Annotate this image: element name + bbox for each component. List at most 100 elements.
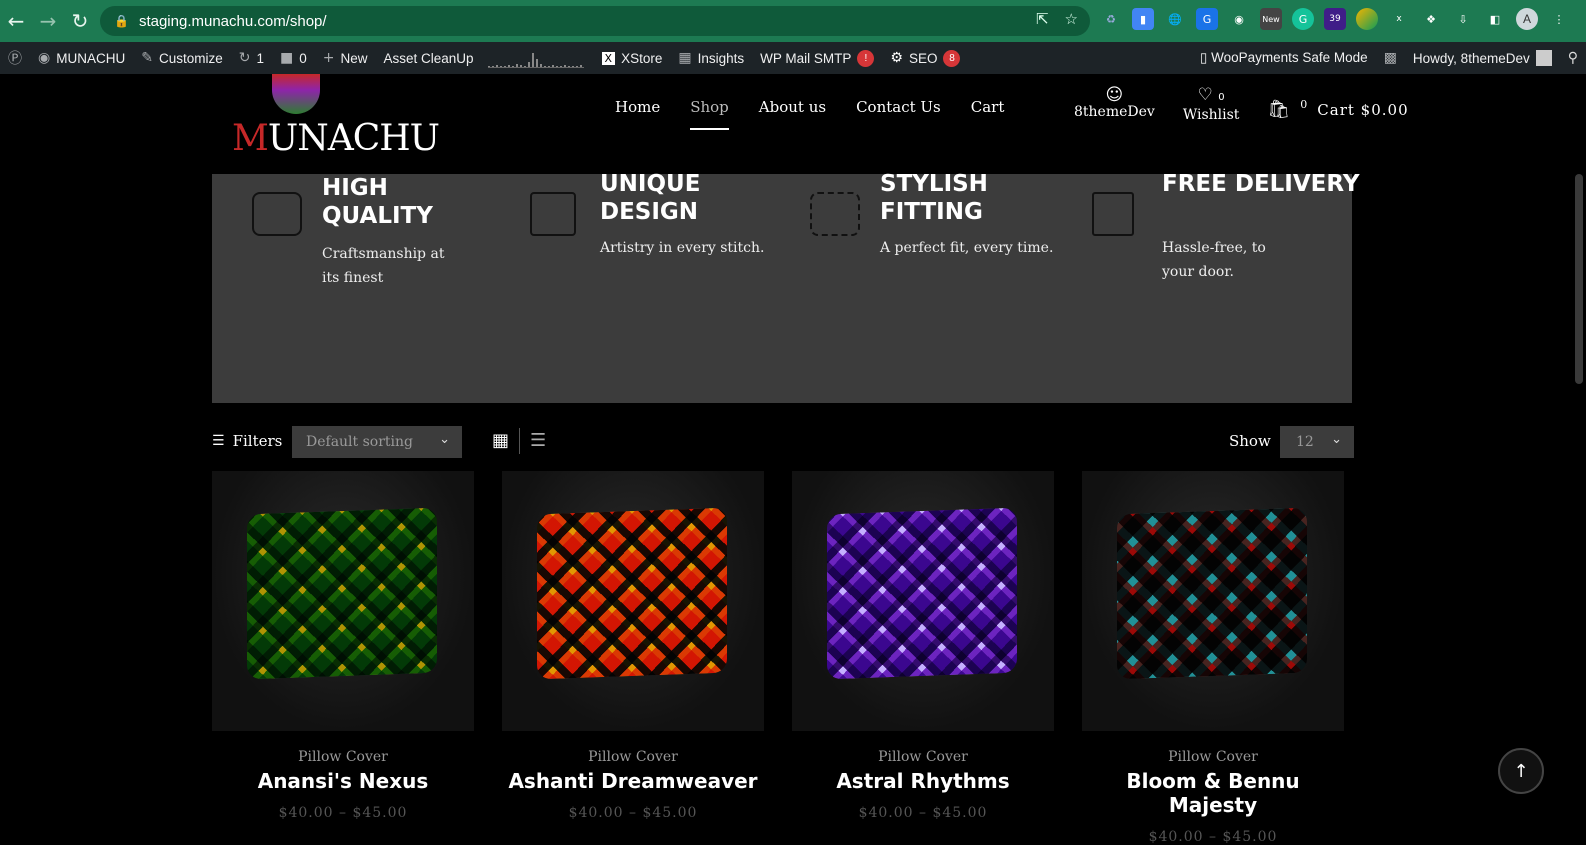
browser-menu-icon[interactable]: ⋮ bbox=[1548, 8, 1570, 30]
wp-mail-smtp-link[interactable]: WP Mail SMTP! bbox=[752, 42, 882, 74]
per-page-select[interactable]: 12 ⌄ bbox=[1280, 426, 1354, 458]
customize-link[interactable]: ✎ Customize bbox=[133, 42, 231, 74]
color-extension-icon[interactable] bbox=[1356, 8, 1378, 30]
address-bar[interactable]: 🔒 staging.munachu.com/shop/ ⇱ ☆ bbox=[100, 6, 1090, 36]
account-link[interactable]: ☺ 8themeDev bbox=[1074, 86, 1155, 123]
product-image[interactable] bbox=[1082, 471, 1344, 731]
sparkline-bar bbox=[511, 66, 514, 67]
comments-link[interactable]: ■ 0 bbox=[272, 42, 315, 74]
wordpress-logo-icon[interactable]: Ⓟ bbox=[0, 42, 30, 74]
bookmark-star-icon[interactable]: ☆ bbox=[1065, 10, 1078, 28]
product-category[interactable]: Pillow Cover bbox=[502, 749, 764, 765]
xstore-icon: X bbox=[601, 51, 616, 65]
scrollbar-thumb[interactable] bbox=[1575, 174, 1583, 384]
updates-icon: ↻ bbox=[238, 50, 251, 66]
extensions-puzzle-icon[interactable]: ❖ bbox=[1420, 8, 1442, 30]
product-category[interactable]: Pillow Cover bbox=[792, 749, 1054, 765]
product-name[interactable]: Bloom & Bennu Majesty bbox=[1082, 769, 1344, 817]
side-panel-icon[interactable]: ◧ bbox=[1484, 8, 1506, 30]
nav-cart[interactable]: Cart bbox=[971, 98, 1005, 116]
asset-cleanup-link[interactable]: Asset CleanUp bbox=[375, 42, 481, 74]
translate-extension-icon[interactable]: G bbox=[1196, 8, 1218, 30]
sliders-icon: ☰ bbox=[212, 433, 225, 449]
updates-count: 1 bbox=[256, 50, 264, 66]
product-category[interactable]: Pillow Cover bbox=[212, 749, 474, 765]
nav-about-us[interactable]: About us bbox=[759, 98, 826, 116]
list-view-icon[interactable]: ☰ bbox=[530, 430, 546, 451]
product-card[interactable]: Pillow Cover Bloom & Bennu Majesty $40.0… bbox=[1082, 471, 1344, 845]
camera-extension-icon[interactable]: ◉ bbox=[1228, 8, 1250, 30]
seo-gear-icon: ⚙ bbox=[890, 50, 903, 66]
sparkline-bar bbox=[579, 65, 582, 67]
page-scrollbar[interactable] bbox=[1572, 74, 1586, 825]
nav-shop[interactable]: Shop bbox=[690, 98, 729, 130]
pillow-image bbox=[537, 507, 727, 680]
grid-view-icon[interactable]: ▦ bbox=[492, 430, 509, 451]
seo-link[interactable]: ⚙ SEO 8 bbox=[882, 42, 968, 74]
sparkline-bar bbox=[555, 66, 558, 67]
pillow-image bbox=[827, 507, 1017, 680]
new-label: New bbox=[340, 50, 368, 66]
reload-icon[interactable]: ↻ bbox=[64, 5, 96, 37]
site-logo[interactable]: MUNACHU bbox=[232, 118, 440, 159]
product-image[interactable] bbox=[502, 471, 764, 731]
chevron-down-icon: ⌄ bbox=[1331, 432, 1342, 447]
seo-badge: 8 bbox=[943, 49, 961, 67]
forward-icon[interactable]: → bbox=[32, 5, 64, 37]
comment-icon: ■ bbox=[279, 50, 294, 66]
docs-extension-icon[interactable]: ▮ bbox=[1132, 8, 1154, 30]
product-card[interactable]: Pillow Cover Ashanti Dreamweaver $40.00 … bbox=[502, 471, 764, 821]
product-price: $40.00 – $45.00 bbox=[278, 805, 408, 821]
customize-label: Customize bbox=[158, 50, 223, 66]
notes-icon[interactable]: ▩ bbox=[1376, 42, 1405, 74]
product-card[interactable]: Pillow Cover Astral Rhythms $40.00 – $45… bbox=[792, 471, 1054, 821]
back-icon[interactable]: ← bbox=[0, 5, 32, 37]
sorting-select[interactable]: Default sorting ⌄ bbox=[292, 426, 462, 458]
sparkline-bar bbox=[551, 65, 554, 67]
product-name[interactable]: Astral Rhythms bbox=[792, 769, 1054, 793]
wishlist-link[interactable]: ♡ 0 Wishlist bbox=[1183, 86, 1240, 123]
scroll-to-top-button[interactable]: ↑ bbox=[1498, 748, 1544, 794]
xstore-link[interactable]: X XStore bbox=[594, 42, 671, 74]
product-image[interactable] bbox=[212, 471, 474, 731]
sparkline-bar bbox=[575, 66, 578, 67]
cart-link[interactable]: 🛍 0 Cart $0.00 bbox=[1267, 86, 1408, 123]
recycle-extension-icon[interactable]: ♻ bbox=[1100, 8, 1122, 30]
account-label: 8themeDev bbox=[1074, 104, 1155, 120]
grammarly-icon[interactable]: G bbox=[1292, 8, 1314, 30]
product-category[interactable]: Pillow Cover bbox=[1082, 749, 1344, 765]
share-icon[interactable]: ⇱ bbox=[1036, 10, 1049, 28]
globe-extension-icon[interactable]: 🌐 bbox=[1164, 8, 1186, 30]
pillow-icon bbox=[252, 192, 302, 236]
admin-search-icon[interactable]: ⚲ bbox=[1560, 42, 1586, 74]
logo-first-letter: M bbox=[232, 118, 269, 159]
wishlist-count: 0 bbox=[1218, 92, 1225, 103]
sparkline-bar bbox=[523, 66, 526, 67]
woopayments-safe-mode-link[interactable]: ▯ WooPayments Safe Mode bbox=[1192, 42, 1376, 74]
filters-button[interactable]: ☰ Filters bbox=[212, 432, 282, 450]
nav-contact-us[interactable]: Contact Us bbox=[856, 98, 941, 116]
product-card[interactable]: Pillow Cover Anansi's Nexus $40.00 – $45… bbox=[212, 471, 474, 821]
puzzle-x-extension-icon[interactable]: x bbox=[1388, 8, 1410, 30]
user-icon: ☺ bbox=[1105, 85, 1124, 105]
insights-link[interactable]: ▦ Insights bbox=[670, 42, 752, 74]
counter-extension-icon[interactable]: 39 bbox=[1324, 8, 1346, 30]
traffic-sparkline[interactable] bbox=[487, 48, 584, 68]
updates-link[interactable]: ↻ 1 bbox=[231, 42, 272, 74]
feature-text: A perfect fit, every time. bbox=[880, 240, 1054, 256]
sparkline-bar bbox=[519, 65, 522, 67]
product-name[interactable]: Anansi's Nexus bbox=[212, 769, 474, 793]
download-icon[interactable]: ⇩ bbox=[1452, 8, 1474, 30]
product-image[interactable] bbox=[792, 471, 1054, 731]
nav-home[interactable]: Home bbox=[615, 98, 660, 116]
new-extension-icon[interactable]: New bbox=[1260, 8, 1282, 30]
my-account-link[interactable]: Howdy, 8themeDev bbox=[1405, 42, 1560, 74]
site-name-link[interactable]: ◉ MUNACHU bbox=[30, 42, 133, 74]
wp-mail-smtp-label: WP Mail SMTP bbox=[760, 50, 852, 66]
product-name[interactable]: Ashanti Dreamweaver bbox=[502, 769, 764, 793]
logo-mask-icon[interactable] bbox=[272, 74, 320, 114]
profile-avatar[interactable]: A bbox=[1516, 8, 1538, 30]
cart-total: Cart $0.00 bbox=[1317, 100, 1409, 119]
new-content-link[interactable]: + New bbox=[315, 42, 376, 74]
url-text[interactable]: staging.munachu.com/shop/ bbox=[139, 13, 327, 30]
